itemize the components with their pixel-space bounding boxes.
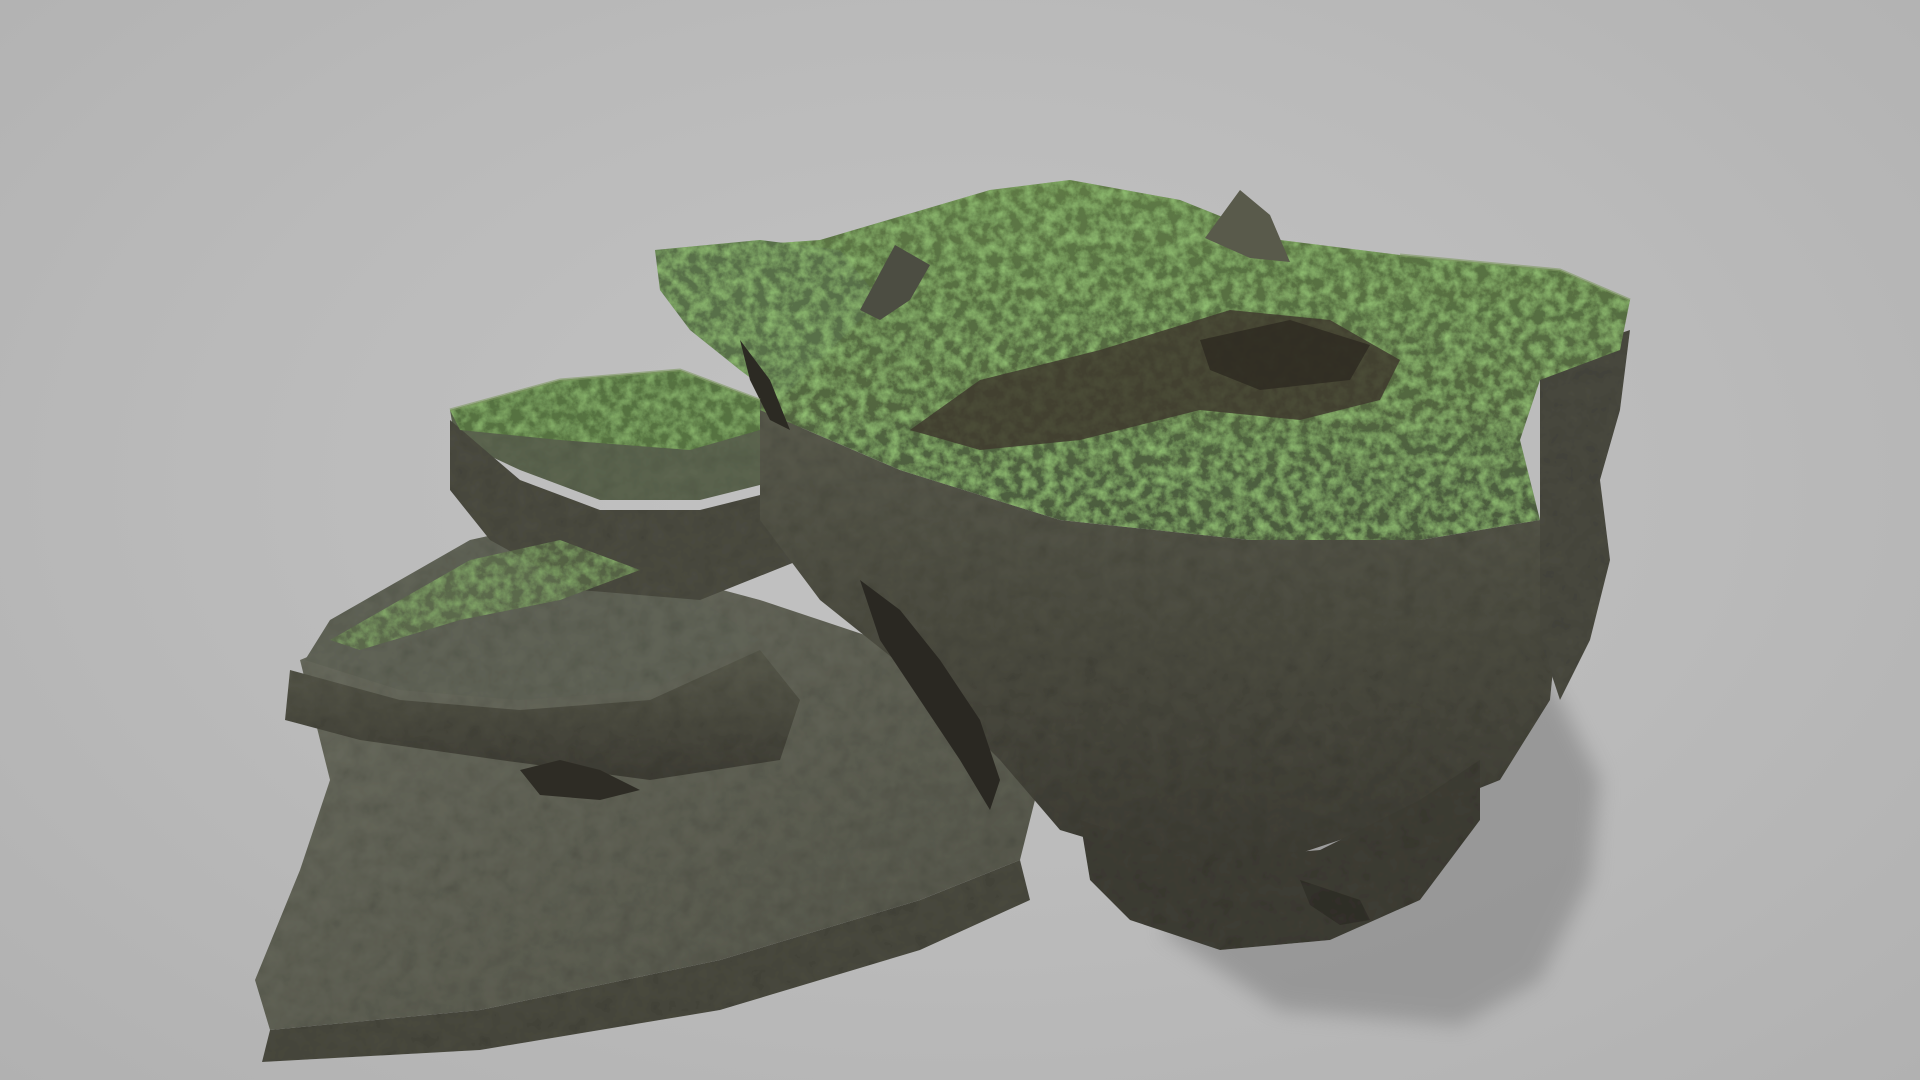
right-layer-face [1540,330,1630,700]
mossy-rock-render [255,180,1631,1062]
render-viewport [0,0,1920,1080]
